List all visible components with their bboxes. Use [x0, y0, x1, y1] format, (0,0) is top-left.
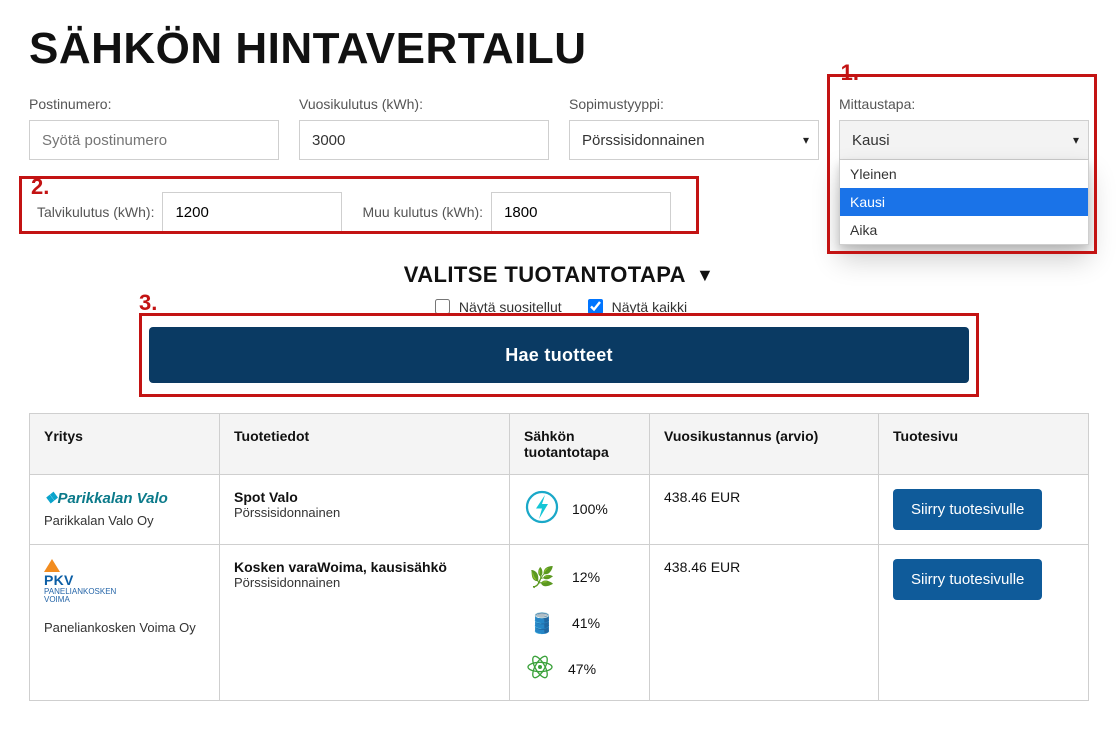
filters-row: Postinumero: Vuosikulutus (kWh): Sopimus…	[29, 96, 1089, 160]
production-title[interactable]: VALITSE TUOTANTOTAPA ▼	[29, 262, 1089, 288]
th-company: Yritys	[30, 414, 220, 475]
th-mix: Sähkön tuotantotapa	[510, 414, 650, 475]
contract-label: Sopimustyyppi:	[569, 96, 819, 112]
other-group: Muu kulutus (kWh):	[362, 192, 671, 232]
row2: Talvikulutus (kWh): Muu kulutus (kWh):	[29, 174, 1089, 232]
postal-label: Postinumero:	[29, 96, 279, 112]
production-mix: 100%	[524, 489, 635, 528]
table-row: PKV PANELIANKOSKENVOIMA Paneliankosken V…	[30, 545, 1089, 701]
table-row: ❖Parikkalan Valo Parikkalan Valo Oy Spot…	[30, 475, 1089, 545]
page: SÄHKÖN HINTAVERTAILU Postinumero: Vuosik…	[9, 0, 1109, 741]
annual-field: Vuosikulutus (kWh):	[299, 96, 549, 160]
pkv-logo-icon: PKV PANELIANKOSKENVOIMA	[44, 559, 205, 604]
winter-group: Talvikulutus (kWh):	[37, 192, 342, 232]
triangle-down-icon: ▼	[696, 265, 714, 286]
annual-input[interactable]	[299, 120, 549, 160]
postal-input[interactable]	[29, 120, 279, 160]
show-all-text: Näytä kaikki	[612, 299, 687, 315]
fossil-icon: 🛢️	[524, 605, 560, 641]
go-to-product-button[interactable]: Siirry tuotesivulle	[893, 559, 1042, 600]
mix-pct: 12%	[572, 569, 600, 585]
postal-field: Postinumero:	[29, 96, 279, 160]
recommended-text: Näytä suositellut	[459, 299, 562, 315]
mix-pct: 100%	[572, 501, 608, 517]
mix-pct: 41%	[572, 615, 600, 631]
parikalan-valo-logo-icon: ❖Parikkalan Valo	[44, 489, 168, 507]
annotation-1-number: 1.	[841, 60, 859, 86]
row2-wrap: 2. Talvikulutus (kWh): Muu kulutus (kWh)…	[29, 174, 1089, 244]
measurement-label: Mittaustapa:	[839, 96, 1089, 112]
measurement-select[interactable]: Kausi	[839, 120, 1089, 160]
other-label: Muu kulutus (kWh):	[362, 204, 483, 220]
search-button-wrap: Hae tuotteet	[149, 327, 969, 383]
production-mix: 🌿 12% 🛢️ 41% 47%	[524, 559, 635, 686]
bolt-icon	[524, 489, 560, 528]
winter-label: Talvikulutus (kWh):	[37, 204, 154, 220]
brand-pkv: PKV PANELIANKOSKENVOIMA Paneliankosken V…	[44, 559, 205, 635]
product-title: Kosken varaWoima, kausisähkö	[234, 559, 495, 575]
go-to-product-button[interactable]: Siirry tuotesivulle	[893, 489, 1042, 530]
contract-field: Sopimustyyppi: Pörssisidonnainen ▾	[569, 96, 819, 160]
contract-select-wrap: Pörssisidonnainen ▾	[569, 120, 819, 160]
production-title-text: VALITSE TUOTANTOTAPA	[404, 262, 686, 288]
annotation-2-number: 2.	[31, 174, 49, 200]
nuclear-icon	[524, 651, 556, 686]
measurement-field: Mittaustapa: Kausi ▾ Yleinen Kausi Aika	[839, 96, 1089, 160]
annual-cost: 438.46 EUR	[650, 475, 879, 545]
company-name: Paneliankosken Voima Oy	[44, 620, 205, 635]
th-product: Tuotetiedot	[220, 414, 510, 475]
company-name: Parikkalan Valo Oy	[44, 513, 205, 528]
checkbox-row: Näytä suositellut Näytä kaikki	[29, 296, 1089, 317]
show-all-checkbox-label[interactable]: Näytä kaikki	[584, 296, 687, 317]
annual-label: Vuosikulutus (kWh):	[299, 96, 549, 112]
recommended-checkbox-label[interactable]: Näytä suositellut	[431, 296, 562, 317]
mix-pct: 47%	[568, 661, 596, 677]
show-all-checkbox[interactable]	[588, 299, 603, 314]
other-input[interactable]	[491, 192, 671, 232]
search-button[interactable]: Hae tuotteet	[149, 327, 969, 383]
renewables-icon: 🌿	[524, 559, 560, 595]
winter-input[interactable]	[162, 192, 342, 232]
th-page: Tuotesivu	[879, 414, 1089, 475]
product-subtype: Pörssisidonnainen	[234, 505, 495, 520]
results-table: Yritys Tuotetiedot Sähkön tuotantotapa V…	[29, 413, 1089, 701]
product-subtype: Pörssisidonnainen	[234, 575, 495, 590]
recommended-checkbox[interactable]	[435, 299, 450, 314]
annotation-3-number: 3.	[139, 290, 157, 316]
product-title: Spot Valo	[234, 489, 495, 505]
annual-cost: 438.46 EUR	[650, 545, 879, 701]
measurement-select-wrap: Kausi ▾ Yleinen Kausi Aika	[839, 120, 1089, 160]
th-cost: Vuosikustannus (arvio)	[650, 414, 879, 475]
page-title: SÄHKÖN HINTAVERTAILU	[29, 24, 1089, 74]
brand-parikalan-valo: ❖Parikkalan Valo Parikkalan Valo Oy	[44, 489, 205, 528]
contract-select[interactable]: Pörssisidonnainen	[569, 120, 819, 160]
